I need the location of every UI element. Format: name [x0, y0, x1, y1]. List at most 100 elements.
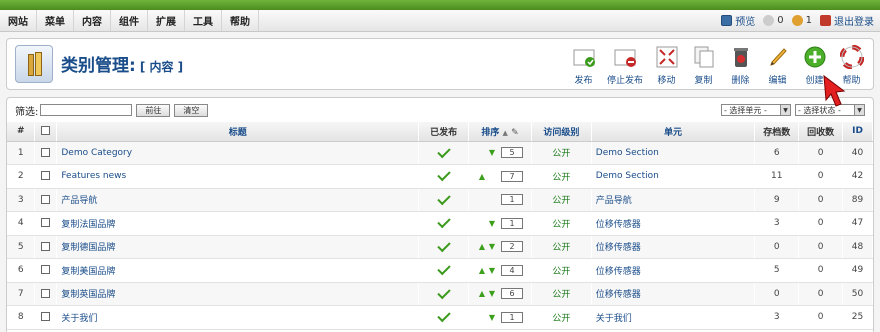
select-all-checkbox[interactable]	[41, 126, 51, 136]
table-row: 1 Demo Category ▼ 5 公开 Demo Section 6 0 4…	[7, 141, 873, 165]
row-checkbox[interactable]	[41, 312, 51, 322]
order-up-icon[interactable]: ▲	[477, 266, 487, 275]
published-check-icon[interactable]	[436, 238, 451, 252]
row-title-link[interactable]: 复制美国品牌	[56, 258, 420, 283]
go-button[interactable]: 前往	[136, 103, 171, 117]
order-down-icon[interactable]: ▼	[487, 266, 497, 275]
row-section-link[interactable]: Demo Section	[591, 141, 756, 165]
order-down-icon[interactable]: ▼	[487, 242, 497, 251]
published-check-icon[interactable]	[436, 262, 451, 276]
published-check-icon[interactable]	[436, 309, 451, 323]
order-input[interactable]: 1	[501, 217, 523, 229]
messages-link[interactable]: 0	[763, 15, 784, 26]
order-down-icon[interactable]: ▼	[487, 148, 497, 157]
row-section-link[interactable]: 位移传感器	[591, 235, 756, 259]
col-access[interactable]: 访问级别	[531, 122, 592, 142]
col-id[interactable]: ID	[842, 122, 873, 142]
row-section-link[interactable]: Demo Section	[591, 164, 756, 189]
row-title-link[interactable]: 关于我们	[56, 305, 420, 330]
table-header-row: # 标题 已发布 排序 ▲ ✎ 访问级别 单元 存档数 回收数 ID	[7, 122, 873, 142]
row-published-cell	[418, 305, 470, 330]
published-check-icon[interactable]	[436, 285, 451, 299]
category-list-panel: 筛选: 前往 清空 - 选择单元 - ▼ - 选择状态 - ▼ # 标题 已发布	[6, 97, 874, 332]
row-title-link[interactable]: 复制法国品牌	[56, 211, 420, 236]
row-section-link[interactable]: 位移传感器	[591, 258, 756, 283]
order-up-icon[interactable]: ▲	[477, 242, 487, 251]
users-count: 1	[805, 15, 812, 26]
row-checkbox[interactable]	[41, 241, 51, 251]
row-access[interactable]: 公开	[531, 188, 592, 212]
row-num: 1	[7, 141, 36, 165]
menu-item-content[interactable]: 内容	[74, 10, 111, 31]
order-input[interactable]: 4	[501, 264, 523, 276]
published-check-icon[interactable]	[436, 168, 451, 182]
row-section-link[interactable]: 位移传感器	[591, 211, 756, 236]
row-checkbox[interactable]	[41, 171, 51, 181]
row-access[interactable]: 公开	[531, 258, 592, 283]
row-access[interactable]: 公开	[531, 164, 592, 189]
menu-item-components[interactable]: 组件	[111, 10, 148, 31]
order-input[interactable]: 1	[501, 194, 523, 206]
row-published-cell	[418, 282, 470, 306]
row-checkbox-cell	[34, 164, 58, 189]
row-access[interactable]: 公开	[531, 141, 592, 165]
order-input[interactable]: 5	[501, 147, 523, 159]
order-down-icon[interactable]: ▼	[487, 313, 497, 322]
menu-item-tools[interactable]: 工具	[185, 10, 222, 31]
row-title-link[interactable]: 产品导航	[56, 188, 420, 212]
order-input[interactable]: 7	[501, 170, 523, 182]
row-archived: 6	[754, 141, 800, 165]
publish-button[interactable]: 发布	[568, 45, 599, 86]
order-input[interactable]: 1	[501, 311, 523, 323]
published-check-icon[interactable]	[436, 215, 451, 229]
section-select-value: - 选择单元 -	[724, 105, 767, 115]
order-up-icon[interactable]: ▲	[477, 289, 487, 298]
row-section-link[interactable]: 产品导航	[591, 188, 756, 212]
row-access[interactable]: 公开	[531, 282, 592, 306]
row-checkbox[interactable]	[41, 218, 51, 228]
order-down-icon[interactable]: ▼	[487, 289, 497, 298]
published-check-icon[interactable]	[436, 144, 451, 158]
edit-button[interactable]: 编辑	[762, 45, 793, 86]
order-down-icon[interactable]: ▼	[487, 219, 497, 228]
filter-input[interactable]	[40, 104, 133, 116]
sort-asc-icon: ▲	[502, 128, 508, 137]
unpublish-button[interactable]: 停止发布	[605, 45, 645, 86]
col-published[interactable]: 已发布	[418, 122, 470, 142]
delete-button[interactable]: 删除	[725, 45, 756, 86]
row-checkbox-cell	[34, 211, 58, 236]
row-checkbox[interactable]	[41, 265, 51, 275]
row-access[interactable]: 公开	[531, 235, 592, 259]
menu-item-site[interactable]: 网站	[0, 10, 37, 31]
row-title-link[interactable]: Demo Category	[56, 141, 420, 165]
menu-item-help[interactable]: 帮助	[222, 10, 259, 31]
row-checkbox[interactable]	[41, 147, 51, 157]
row-section-link[interactable]: 位移传感器	[591, 282, 756, 306]
move-button[interactable]: 移动	[651, 45, 682, 86]
row-access[interactable]: 公开	[531, 211, 592, 236]
menu-item-menus[interactable]: 菜单	[37, 10, 74, 31]
row-title-link[interactable]: 复制英国品牌	[56, 282, 420, 306]
section-select[interactable]: - 选择单元 - ▼	[721, 104, 791, 116]
published-check-icon[interactable]	[436, 191, 451, 205]
order-up-icon[interactable]: ▲	[477, 172, 487, 181]
row-checkbox[interactable]	[41, 194, 51, 204]
row-access[interactable]: 公开	[531, 305, 592, 330]
reset-button[interactable]: 清空	[174, 103, 209, 117]
logout-label: 退出登录	[834, 17, 874, 28]
row-title-link[interactable]: 复制德国品牌	[56, 235, 420, 259]
col-section[interactable]: 单元	[591, 122, 756, 142]
col-order[interactable]: 排序 ▲ ✎	[468, 122, 532, 142]
row-checkbox[interactable]	[41, 288, 51, 298]
copy-button[interactable]: 复制	[688, 45, 719, 86]
row-section-link[interactable]: 关于我们	[591, 305, 756, 330]
save-order-icon[interactable]: ✎	[511, 128, 519, 138]
col-title[interactable]: 标题	[56, 122, 420, 142]
logout-link[interactable]: 退出登录	[820, 13, 874, 28]
menu-item-extensions[interactable]: 扩展	[148, 10, 185, 31]
row-published-cell	[418, 141, 470, 165]
order-input[interactable]: 6	[501, 288, 523, 300]
row-title-link[interactable]: Features news	[56, 164, 420, 189]
order-input[interactable]: 2	[501, 241, 523, 253]
preview-link[interactable]: 预览	[721, 13, 755, 28]
